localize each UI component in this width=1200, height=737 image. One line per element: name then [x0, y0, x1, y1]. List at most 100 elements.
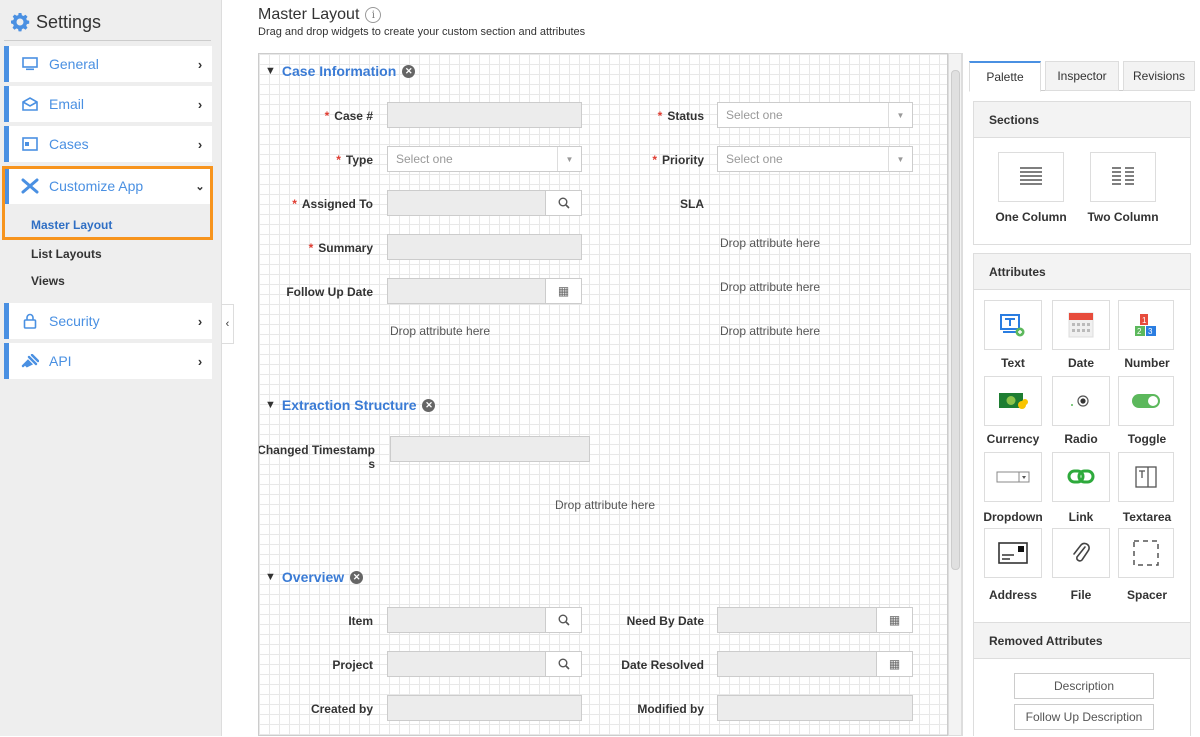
attributes-box: Attributes Text Date 123 Number Currency… [973, 253, 1191, 736]
collapse-sidebar-button[interactable]: ‹ [222, 304, 234, 344]
drop-zone[interactable]: Drop attribute here [555, 498, 655, 512]
calendar-icon [1068, 312, 1094, 338]
sidebar-item-api[interactable]: API › [4, 343, 212, 379]
field-label-sla: SLA [680, 197, 704, 211]
modified-by-field[interactable] [717, 695, 913, 721]
sidebar-item-label: Security [49, 313, 100, 329]
status-select[interactable]: Select one ▼ [717, 102, 913, 128]
calendar-icon[interactable]: ▦ [876, 608, 912, 632]
date-widget[interactable] [1052, 300, 1110, 350]
sidebar-title: Settings [36, 11, 102, 32]
remove-section-icon[interactable]: ✕ [350, 570, 364, 584]
address-widget[interactable] [984, 528, 1042, 578]
required-marker: * [292, 197, 297, 211]
link-widget[interactable] [1052, 452, 1110, 502]
field-label-created-by: Created by [310, 702, 373, 716]
tools-icon [21, 178, 39, 194]
search-icon[interactable] [545, 191, 581, 215]
scrollbar-thumb[interactable] [951, 70, 960, 570]
sidebar-subitem-list-layouts[interactable]: List Layouts [31, 247, 102, 261]
chevron-down-icon[interactable]: ▼ [265, 571, 276, 583]
created-by-field[interactable] [387, 695, 582, 721]
tab-inspector[interactable]: Inspector [1045, 61, 1119, 91]
canvas-scrollbar[interactable] [948, 53, 962, 736]
drop-zone[interactable]: Drop attribute here [720, 280, 820, 294]
priority-select[interactable]: Select one ▼ [717, 146, 913, 172]
remove-section-icon[interactable]: ✕ [402, 64, 416, 78]
textarea-icon [1135, 466, 1157, 488]
summary-field[interactable] [387, 234, 582, 260]
spacer-widget[interactable] [1118, 528, 1174, 578]
text-widget-label: Text [1001, 356, 1025, 370]
field-label-case-no: * Case # [259, 109, 373, 123]
sidebar-divider [4, 40, 211, 41]
spacer-icon [1133, 540, 1159, 566]
search-icon[interactable] [545, 608, 581, 632]
removed-attribute-description[interactable]: Description [1014, 673, 1154, 699]
file-widget[interactable] [1052, 528, 1110, 578]
dropdown-widget[interactable] [984, 452, 1042, 502]
drop-zone[interactable]: Drop attribute here [720, 324, 820, 338]
one-column-widget[interactable] [998, 152, 1064, 202]
remove-section-icon[interactable]: ✕ [422, 398, 436, 412]
currency-widget[interactable] [984, 376, 1042, 426]
chevron-right-icon: › [197, 96, 203, 112]
follow-up-date-field[interactable]: ▦ [387, 278, 582, 304]
sidebar-item-email[interactable]: Email › [4, 86, 212, 122]
tab-palette[interactable]: Palette [969, 61, 1041, 92]
number-widget[interactable]: 123 [1118, 300, 1174, 350]
textarea-widget-label: Textarea [1122, 510, 1172, 524]
sidebar-item-cases[interactable]: Cases › [4, 126, 212, 162]
field-label-item: Item [348, 614, 373, 628]
monitor-icon [21, 56, 39, 72]
field-label-modified-by: Modified by [637, 702, 704, 716]
toggle-widget-label: Toggle [1127, 432, 1167, 446]
sidebar-item-general[interactable]: General › [4, 46, 212, 82]
calendar-icon[interactable]: ▦ [545, 279, 581, 303]
number-widget-label: Number [1124, 356, 1170, 370]
assigned-to-field[interactable] [387, 190, 582, 216]
project-field[interactable] [387, 651, 582, 677]
field-label-assigned-to: * Assigned To [259, 197, 373, 211]
radio-widget-label: Radio [1064, 432, 1098, 446]
radio-icon [1071, 395, 1089, 407]
select-placeholder: Select one [726, 152, 783, 166]
item-field[interactable] [387, 607, 582, 633]
two-column-widget[interactable] [1090, 152, 1156, 202]
section-header-overview[interactable]: ▼ Overview ✕ [265, 569, 364, 585]
field-label-follow-up-date: Follow Up Date [286, 285, 373, 299]
search-icon[interactable] [545, 652, 581, 676]
textarea-widget[interactable] [1118, 452, 1174, 502]
type-select[interactable]: Select one ▼ [387, 146, 582, 172]
sidebar-item-security[interactable]: Security › [4, 303, 212, 339]
section-header-case-information[interactable]: ▼ Case Information ✕ [265, 63, 416, 79]
radio-widget[interactable] [1052, 376, 1110, 426]
panel-tabs: Palette Inspector Revisions [969, 61, 1195, 92]
changed-timestamps-field[interactable] [390, 436, 590, 462]
section-header-extraction-structure[interactable]: ▼ Extraction Structure ✕ [265, 397, 436, 413]
removed-attributes-heading: Removed Attributes [974, 623, 1190, 659]
text-widget[interactable] [984, 300, 1042, 350]
chevron-down-icon[interactable]: ▼ [265, 399, 276, 411]
sidebar-subitem-master-layout[interactable]: Master Layout [31, 218, 112, 232]
sidebar-item-customize-app[interactable]: Customize App ⌄ [4, 168, 212, 204]
dropdown-arrow-icon: ▼ [888, 147, 912, 171]
info-icon[interactable]: i [365, 7, 382, 23]
sidebar-subitem-views[interactable]: Views [31, 274, 65, 288]
date-resolved-field[interactable]: ▦ [717, 651, 913, 677]
sidebar-header: Settings [10, 8, 101, 36]
calendar-icon[interactable]: ▦ [876, 652, 912, 676]
field-label-text: Status [667, 109, 704, 123]
chevron-down-icon[interactable]: ▼ [265, 65, 276, 77]
removed-attribute-follow-up-description[interactable]: Follow Up Description [1014, 704, 1154, 730]
need-by-date-field[interactable]: ▦ [717, 607, 913, 633]
toggle-widget[interactable] [1118, 376, 1174, 426]
gear-icon [11, 13, 30, 32]
required-marker: * [652, 153, 657, 167]
drop-zone[interactable]: Drop attribute here [720, 236, 820, 250]
case-no-field[interactable] [387, 102, 582, 128]
tab-revisions[interactable]: Revisions [1123, 61, 1195, 91]
layout-canvas[interactable]: ▼ Case Information ✕ * Case # * Status Sel… [258, 53, 948, 736]
chevron-right-icon: › [197, 353, 203, 369]
drop-zone[interactable]: Drop attribute here [390, 324, 490, 338]
